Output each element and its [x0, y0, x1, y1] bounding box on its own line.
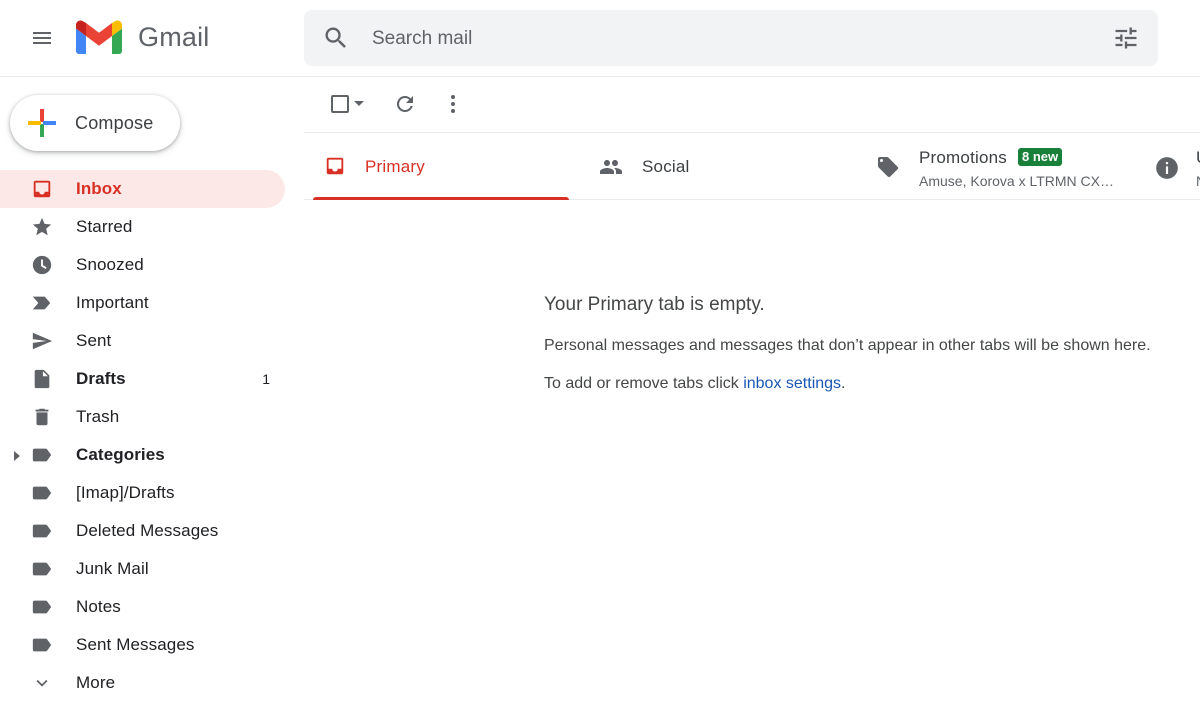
- sidebar-item-categories[interactable]: Categories: [0, 436, 285, 474]
- empty-state-hint: To add or remove tabs click inbox settin…: [544, 375, 1184, 393]
- sidebar-item-label: Notes: [76, 597, 121, 616]
- tag-icon: [876, 155, 900, 184]
- new-count-badge: 8 new: [1018, 148, 1063, 166]
- more-vert-icon: [451, 95, 455, 113]
- sidebar-item-label: Inbox: [76, 179, 122, 198]
- sidebar-item-label: [Imap]/Drafts: [76, 483, 175, 502]
- tab-updates-label: U: [1196, 148, 1200, 168]
- sidebar-item-label: Snoozed: [76, 255, 144, 274]
- sidebar-nav: Inbox Starred Snoozed Important Sent Dra…: [0, 170, 290, 702]
- gmail-logo-icon: [76, 20, 122, 54]
- compose-button[interactable]: Compose: [10, 95, 180, 151]
- sidebar-item-label: More: [76, 673, 116, 692]
- search-bar[interactable]: [304, 10, 1158, 68]
- sidebar-item-label: Deleted Messages: [76, 521, 219, 540]
- sidebar-item-starred[interactable]: Starred: [0, 208, 285, 246]
- sidebar-item-label: Junk Mail: [76, 559, 149, 578]
- search-input[interactable]: [370, 10, 1094, 68]
- draft-icon: [31, 368, 53, 390]
- sidebar-item-label: Starred: [76, 217, 133, 236]
- label-icon: [31, 634, 53, 656]
- sidebar-item-notes[interactable]: Notes: [0, 588, 285, 626]
- drafts-count: 1: [262, 371, 270, 387]
- inbox-settings-link[interactable]: inbox settings: [743, 375, 841, 392]
- empty-state-title: Your Primary tab is empty.: [544, 294, 765, 315]
- sidebar-item-more[interactable]: More: [0, 664, 285, 702]
- active-tab-indicator: [313, 197, 569, 200]
- sidebar-item-trash[interactable]: Trash: [0, 398, 285, 436]
- empty-state: Your Primary tab is empty. Personal mess…: [544, 294, 1184, 393]
- select-all-checkbox[interactable]: [318, 85, 376, 123]
- gmail-logo[interactable]: Gmail: [76, 20, 210, 54]
- label-icon: [31, 444, 53, 466]
- tab-primary-label: Primary: [365, 157, 425, 176]
- label-icon: [31, 558, 53, 580]
- compose-label: Compose: [75, 112, 154, 133]
- tab-updates[interactable]: U N: [1152, 133, 1200, 199]
- send-icon: [31, 330, 53, 352]
- app-name: Gmail: [138, 21, 210, 52]
- hint-prefix: To add or remove tabs click: [544, 375, 744, 392]
- sidebar-item-label: Important: [76, 293, 149, 312]
- category-tabs: Primary Social Promotions 8 new Amuse, K…: [304, 132, 1200, 200]
- tab-primary[interactable]: Primary: [313, 133, 569, 200]
- inbox-icon: [31, 178, 53, 200]
- clock-icon: [31, 254, 53, 276]
- empty-state-message: Personal messages and messages that don’…: [544, 337, 1151, 354]
- sidebar-item-sent[interactable]: Sent: [0, 322, 285, 360]
- sidebar-item-snoozed[interactable]: Snoozed: [0, 246, 285, 284]
- trash-icon: [31, 406, 53, 428]
- tab-social-label: Social: [642, 157, 690, 176]
- sidebar-item-sent-messages[interactable]: Sent Messages: [0, 626, 285, 664]
- checkbox-icon: [331, 95, 349, 113]
- sidebar-item-label: Drafts: [76, 369, 126, 388]
- label-icon: [31, 482, 53, 504]
- caret-down-icon[interactable]: [352, 97, 366, 111]
- important-icon: [31, 292, 53, 314]
- more-options-button[interactable]: [434, 85, 472, 123]
- sidebar-item-label: Categories: [76, 445, 165, 464]
- inbox-icon: [324, 155, 346, 182]
- search-icon[interactable]: [322, 24, 350, 57]
- star-icon: [31, 216, 53, 238]
- sidebar-item-deleted-messages[interactable]: Deleted Messages: [0, 512, 285, 550]
- mail-toolbar: [304, 76, 1200, 132]
- sidebar-item-inbox[interactable]: Inbox: [0, 170, 285, 208]
- menu-icon[interactable]: [22, 18, 62, 58]
- plus-icon: [28, 109, 56, 137]
- chevron-down-icon: [31, 672, 53, 694]
- sidebar-item-label: Sent Messages: [76, 635, 195, 654]
- label-icon: [31, 520, 53, 542]
- sidebar-item-junk-mail[interactable]: Junk Mail: [0, 550, 285, 588]
- expand-arrow-icon[interactable]: [12, 449, 22, 467]
- tab-promotions-label: Promotions: [919, 148, 1007, 167]
- tab-social[interactable]: Social: [594, 133, 854, 199]
- tab-promotions[interactable]: Promotions 8 new Amuse, Korova x LTRMN C…: [874, 133, 1134, 199]
- sidebar-item-drafts[interactable]: Drafts 1: [0, 360, 285, 398]
- people-icon: [598, 155, 624, 184]
- hint-suffix: .: [841, 375, 846, 392]
- label-icon: [31, 596, 53, 618]
- refresh-icon: [396, 95, 413, 112]
- sidebar-item-label: Sent: [76, 331, 112, 350]
- sidebar-item-imap-drafts[interactable]: [Imap]/Drafts: [0, 474, 285, 512]
- sidebar-item-important[interactable]: Important: [0, 284, 285, 322]
- sidebar-item-label: Trash: [76, 407, 120, 426]
- tune-icon[interactable]: [1112, 24, 1140, 57]
- app-header: Gmail: [0, 0, 1200, 77]
- info-icon: [1154, 155, 1180, 186]
- tab-promotions-senders: Amuse, Korova x LTRMN CX…: [919, 173, 1115, 189]
- tab-updates-subtitle: N: [1196, 173, 1200, 189]
- refresh-button[interactable]: [386, 85, 424, 123]
